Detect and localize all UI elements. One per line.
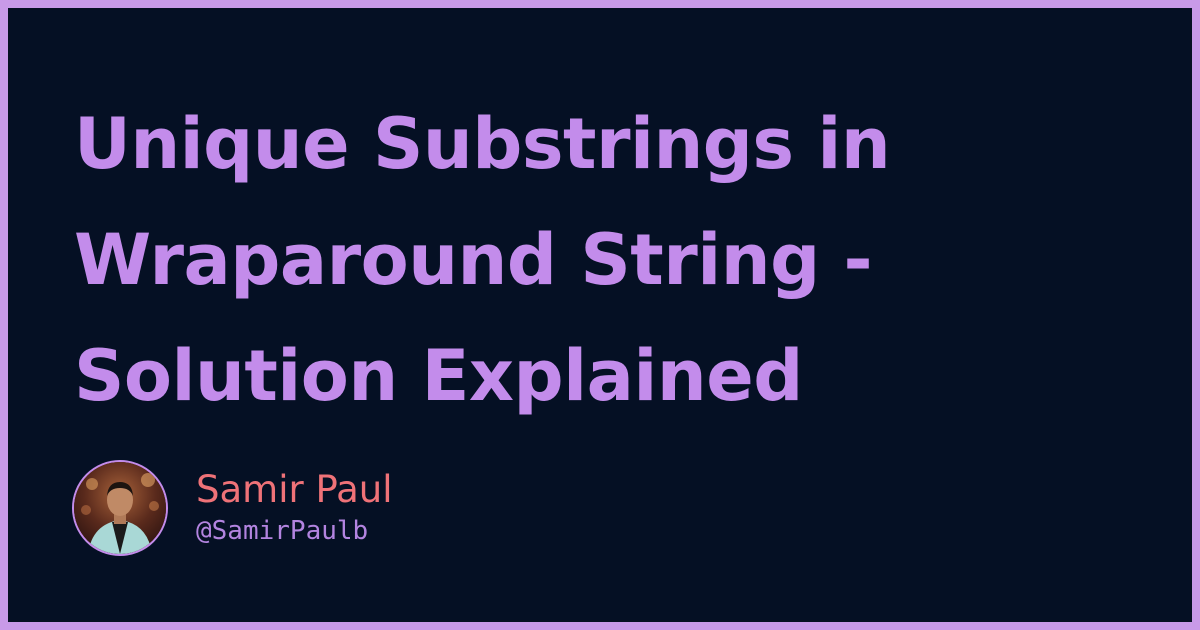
author-name: Samir Paul: [196, 468, 393, 511]
og-card: Unique Substrings in Wraparound String -…: [8, 8, 1192, 622]
title-line-2: Wraparound String -: [74, 219, 873, 301]
avatar: [72, 460, 168, 556]
author-block: Samir Paul @SamirPaulb: [72, 458, 393, 558]
author-text: Samir Paul @SamirPaulb: [196, 468, 393, 548]
title-line-3: Solution Explained: [74, 335, 803, 417]
author-handle: @SamirPaulb: [196, 516, 369, 546]
page-title: Unique Substrings in Wraparound String -…: [74, 86, 1114, 434]
title-line-1: Unique Substrings in: [74, 103, 891, 185]
person-photo-icon: [74, 462, 166, 554]
